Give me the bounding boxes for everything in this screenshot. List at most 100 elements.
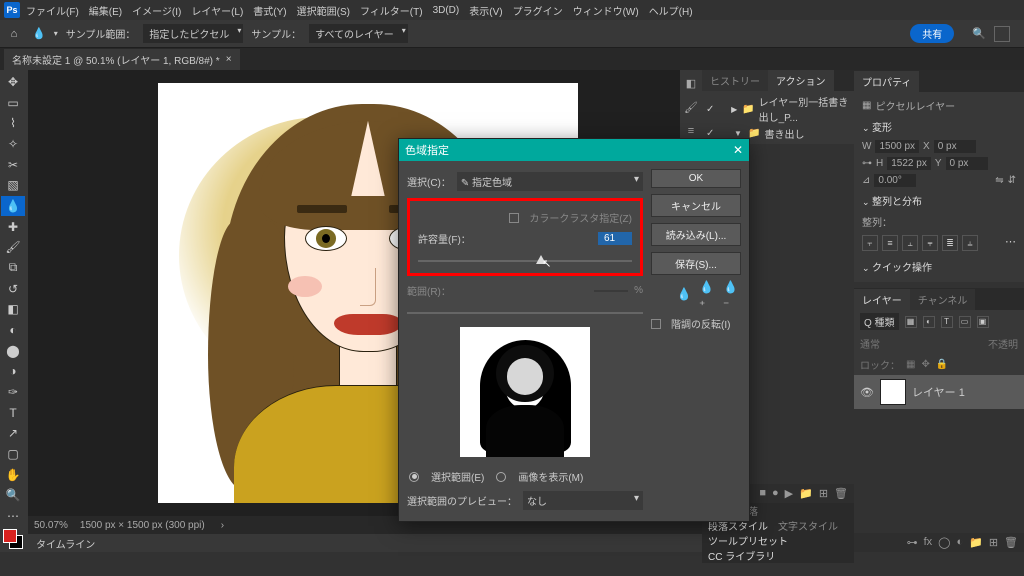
edit-toolbar[interactable]: ⋯ (1, 506, 25, 526)
align-hcenter-icon[interactable]: ≡ (882, 235, 898, 251)
frame-tool[interactable]: ▧ (1, 175, 25, 195)
tool-preset-chevron-icon[interactable]: ▾ (54, 29, 58, 38)
menu-edit[interactable]: 編集(E) (85, 1, 126, 20)
flip-v-icon[interactable]: ⇵ (1008, 175, 1016, 186)
visibility-icon[interactable]: 👁 (860, 386, 874, 399)
menu-help[interactable]: ヘルプ(H) (645, 1, 697, 20)
tab-channels[interactable]: チャンネル (910, 289, 976, 310)
tab-cc-libraries[interactable]: CC ライブラリ (708, 548, 775, 563)
play-icon[interactable]: ▶ (785, 487, 793, 500)
ok-button[interactable]: OK (651, 169, 741, 188)
save-button[interactable]: 保存(S)... (651, 252, 741, 275)
load-button[interactable]: 読み込み(L)... (651, 223, 741, 246)
lock-all-icon[interactable]: 🔒 (936, 359, 948, 370)
align-bottom-icon[interactable]: ⫨ (962, 235, 978, 251)
menu-image[interactable]: イメージ(I) (128, 1, 185, 20)
gradient-tool[interactable]: ◐ (1, 320, 25, 340)
align-vcenter-icon[interactable]: ≣ (942, 235, 958, 251)
document-tab[interactable]: 名称未設定 1 @ 50.1% (レイヤー 1, RGB/8#) * × (4, 49, 240, 70)
pen-tool[interactable]: ✑ (1, 382, 25, 402)
filter-adjust-icon[interactable]: ◐ (923, 316, 935, 328)
heal-tool[interactable]: ✚ (1, 217, 25, 237)
align-top-icon[interactable]: ⫧ (922, 235, 938, 251)
delete-layer-icon[interactable]: 🗑 (1004, 536, 1018, 549)
filter-shape-icon[interactable]: ▭ (959, 316, 971, 328)
layer-filter-kind[interactable]: Q 種類 (860, 313, 899, 330)
mask-icon[interactable]: ◯ (938, 536, 950, 549)
home-icon[interactable]: ⌂ (4, 24, 24, 44)
collapsed-panel-icon[interactable]: ◧ (682, 74, 700, 92)
menu-3d[interactable]: 3D(D) (429, 3, 464, 18)
section-quick[interactable]: クイック操作 (862, 255, 1016, 278)
menu-file[interactable]: ファイル(F) (22, 1, 83, 20)
select-dropdown[interactable]: ✎ 指定色域 (457, 172, 643, 191)
filter-image-icon[interactable]: ▦ (905, 316, 917, 328)
action-row[interactable]: ▶ 📁 レイヤー別一括書き出し_P... (702, 93, 854, 125)
shape-tool[interactable]: ▢ (1, 444, 25, 464)
expand-icon[interactable]: ▶ (731, 105, 738, 114)
wand-tool[interactable]: ✧ (1, 134, 25, 154)
menu-plugin[interactable]: プラグイン (509, 1, 567, 20)
link-wh-icon[interactable]: ⊶ (862, 158, 872, 169)
trash-icon[interactable]: 🗑 (834, 487, 848, 500)
section-align[interactable]: 整列と分布 (862, 189, 1016, 212)
lock-pixels-icon[interactable]: ▦ (906, 359, 915, 370)
tab-properties[interactable]: プロパティ (854, 71, 919, 92)
cc-libraries-panel[interactable]: CC ライブラリ (702, 548, 854, 563)
link-layers-icon[interactable]: ⊶ (907, 536, 918, 549)
stamp-tool[interactable]: ⧉ (1, 258, 25, 278)
layer-thumbnail[interactable] (880, 379, 906, 405)
menu-filter[interactable]: フィルター(T) (356, 1, 427, 20)
zoom-level[interactable]: 50.07% (34, 520, 68, 531)
eyedropper-minus-icon[interactable]: 💧₋ (723, 285, 741, 303)
status-chevron-icon[interactable]: › (221, 520, 224, 531)
group-icon[interactable]: 📁 (969, 536, 983, 549)
foreground-color[interactable] (3, 529, 17, 543)
cancel-button[interactable]: キャンセル (651, 194, 741, 217)
tab-tool-preset[interactable]: ツールプリセット (708, 533, 788, 548)
tab-layers[interactable]: レイヤー (854, 289, 910, 310)
section-transform[interactable]: 変形 (862, 115, 1016, 138)
height-field[interactable]: 1522 px (887, 157, 931, 170)
collapse-icon[interactable]: ▼ (734, 129, 744, 138)
flip-h-icon[interactable]: ⇋ (995, 175, 1003, 186)
search-icon[interactable]: 🔍 (972, 27, 986, 40)
radio-image[interactable] (496, 472, 506, 482)
color-swatch[interactable] (1, 529, 27, 550)
fx-icon[interactable]: fx (924, 536, 933, 549)
record-icon[interactable]: ● (772, 487, 779, 500)
tool-preset-panel[interactable]: ツールプリセット (702, 533, 854, 548)
new-action-icon[interactable]: ⊞ (819, 487, 828, 500)
close-icon[interactable]: ✕ (733, 143, 743, 157)
history-brush-tool[interactable]: ↺ (1, 279, 25, 299)
adjustment-icon[interactable]: ◐ (956, 536, 963, 549)
menu-select[interactable]: 選択範囲(S) (293, 1, 354, 20)
eraser-tool[interactable]: ◧ (1, 299, 25, 319)
move-tool[interactable]: ✥ (1, 72, 25, 92)
sample-range-dropdown[interactable]: 指定したピクセル (143, 24, 243, 43)
share-button[interactable]: 共有 (910, 24, 954, 43)
lasso-tool[interactable]: ⌇ (1, 113, 25, 133)
x-field[interactable]: 0 px (934, 140, 976, 153)
align-more-icon[interactable]: ⋯ (1005, 235, 1016, 251)
eyedropper-tool-icon[interactable]: 💧 (32, 27, 46, 40)
lock-position-icon[interactable]: ✥ (921, 359, 929, 370)
align-right-icon[interactable]: ⫠ (902, 235, 918, 251)
tab-actions[interactable]: アクション (768, 70, 834, 91)
new-layer-icon[interactable]: ⊞ (989, 536, 998, 549)
new-set-icon[interactable]: 📁 (799, 487, 813, 500)
fuzziness-slider[interactable]: ↖ (418, 255, 632, 267)
menu-type[interactable]: 書式(Y) (249, 1, 290, 20)
dialog-titlebar[interactable]: 色域指定 ✕ (399, 139, 749, 161)
brush-tool[interactable]: 🖌 (1, 237, 25, 257)
angle-field[interactable]: 0.00° (874, 174, 916, 187)
collapsed-panel-icon[interactable]: 🖌 (682, 98, 700, 116)
crop-tool[interactable]: ✂ (1, 155, 25, 175)
close-icon[interactable]: × (226, 54, 232, 65)
eyedropper-plus-icon[interactable]: 💧₊ (699, 285, 717, 303)
layer-name[interactable]: レイヤー 1 (912, 384, 965, 400)
check-icon[interactable] (706, 104, 716, 115)
eyedropper-icon[interactable]: 💧 (675, 285, 693, 303)
timeline-panel-tab[interactable]: タイムライン (28, 534, 702, 552)
y-field[interactable]: 0 px (946, 157, 988, 170)
